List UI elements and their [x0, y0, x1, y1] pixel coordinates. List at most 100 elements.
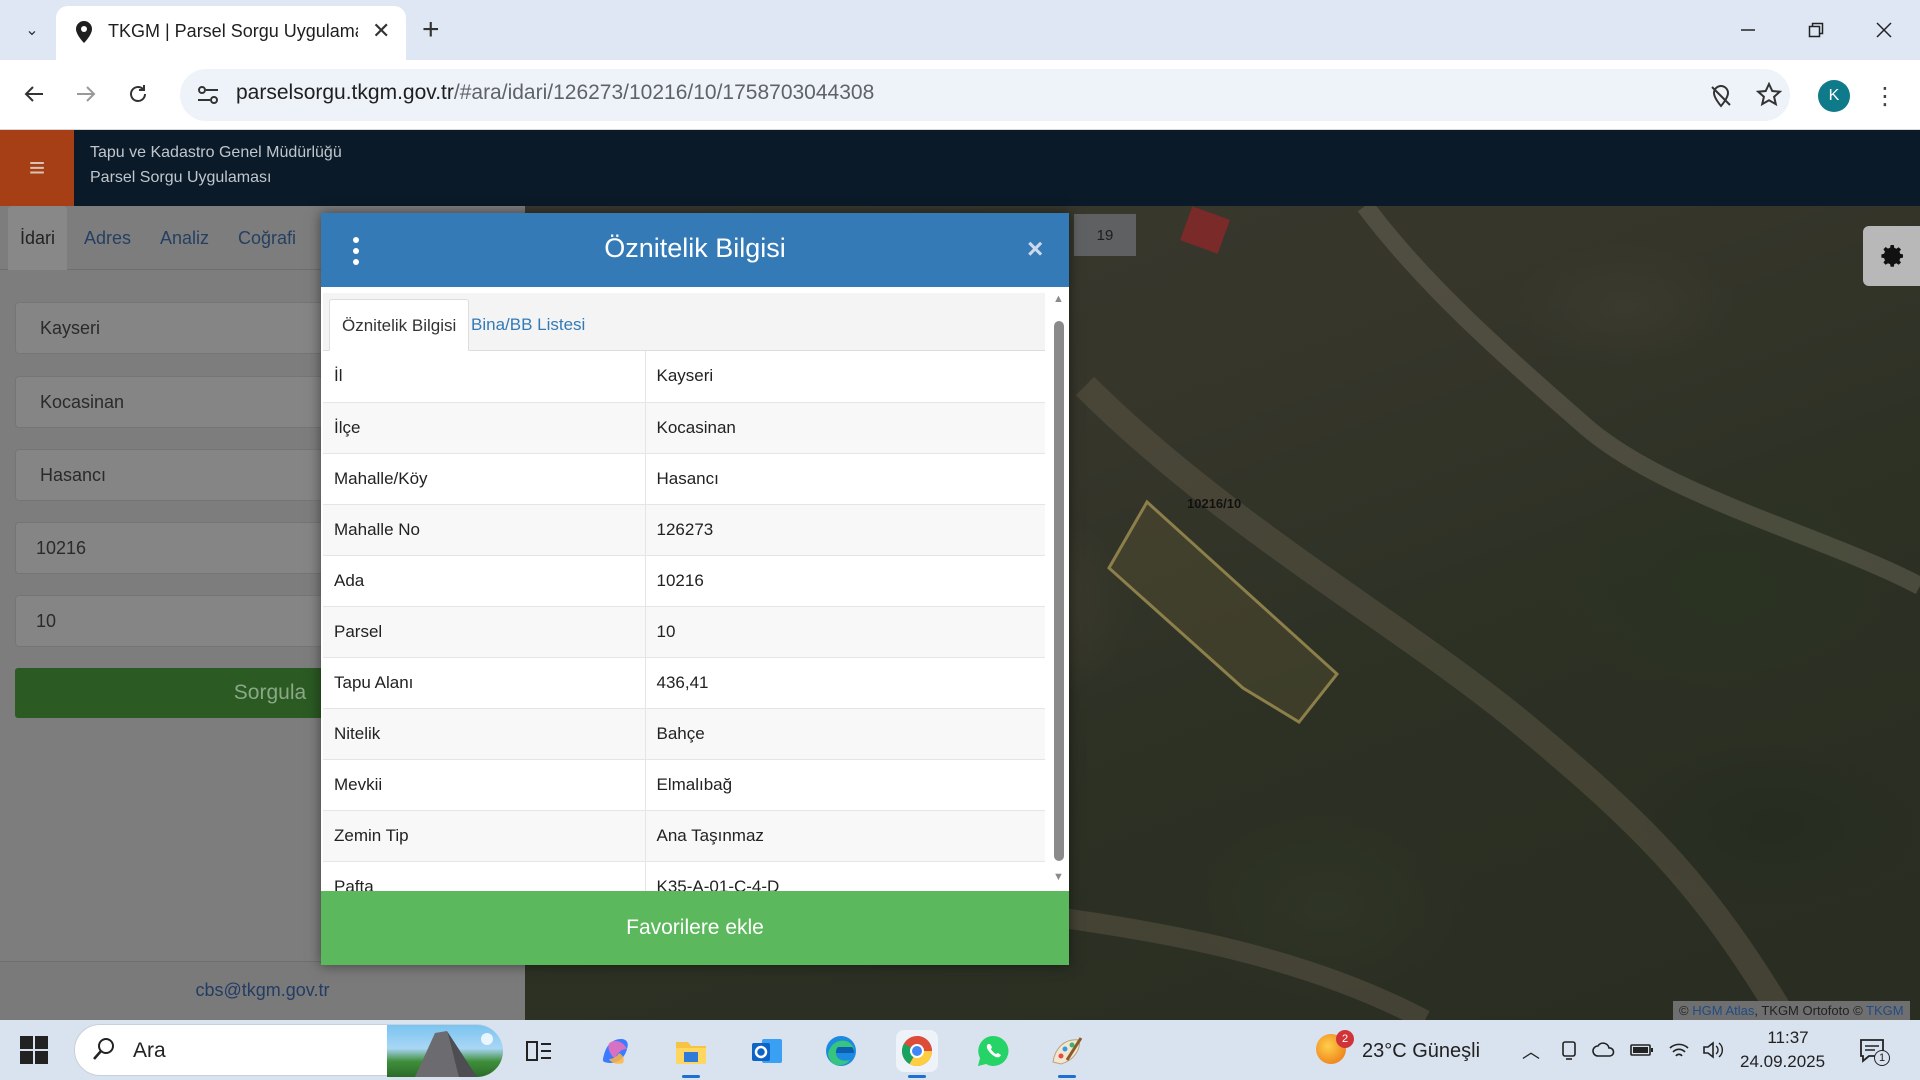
close-window-button[interactable] — [1854, 8, 1914, 52]
clock-date[interactable]: 24.09.2025 — [1740, 1052, 1825, 1072]
address-bar[interactable]: parselsorgu.tkgm.gov.tr/#ara/idari/12627… — [180, 69, 1790, 121]
attribution-tkgm-link[interactable]: TKGM — [1866, 1003, 1904, 1018]
table-row: Tapu Alanı 436,41 — [323, 657, 1045, 709]
volume-icon[interactable] — [1702, 1040, 1724, 1060]
modal-tabs: Öznitelik Bilgisi Bina/BB Listesi — [323, 293, 1045, 351]
tab-idari[interactable]: İdari — [8, 206, 68, 270]
running-indicator — [1058, 1075, 1076, 1078]
bookmark-star-icon[interactable] — [1756, 82, 1782, 108]
edge-glyph — [826, 1036, 856, 1066]
table-row: Mevkii Elmalıbağ — [323, 759, 1045, 811]
whatsapp-icon[interactable] — [972, 1030, 1014, 1072]
profile-avatar[interactable]: K — [1818, 80, 1850, 112]
meet-now-icon[interactable] — [1560, 1040, 1578, 1060]
table-row: İl Kayseri — [323, 351, 1045, 403]
browser-toolbar: parselsorgu.tkgm.gov.tr/#ara/idari/12627… — [0, 60, 1920, 130]
battery-icon[interactable] — [1630, 1042, 1654, 1058]
table-row: Mahalle/Köy Hasancı — [323, 453, 1045, 505]
attribute-key: Mahalle/Köy — [323, 453, 646, 505]
arrow-right-icon — [77, 86, 96, 102]
modal-close-icon[interactable]: × — [1027, 233, 1043, 265]
attribute-key: Zemin Tip — [323, 810, 646, 862]
table-row: İlçe Kocasinan — [323, 402, 1045, 454]
modal-scrollbar[interactable]: ▲ ▼ — [1051, 291, 1067, 891]
tab-adres[interactable]: Adres — [84, 206, 131, 270]
arrow-left-icon — [24, 86, 43, 102]
forward-button[interactable] — [66, 74, 106, 114]
modal-header: Öznitelik Bilgisi × — [321, 213, 1069, 287]
tab-oznitelik-bilgisi[interactable]: Öznitelik Bilgisi — [329, 299, 470, 351]
attribute-key: Mahalle No — [323, 504, 646, 556]
clock-time[interactable]: 11:37 — [1744, 1028, 1832, 1048]
attribute-value: 126273 — [645, 504, 1045, 556]
tab-bina-bb-listesi[interactable]: Bina/BB Listesi — [459, 299, 597, 351]
location-blocked-icon[interactable] — [1708, 83, 1734, 109]
browser-menu-icon[interactable]: ⋮ — [1870, 78, 1900, 114]
attribute-value: Kayseri — [645, 351, 1045, 403]
attribution-prefix: © — [1679, 1003, 1689, 1018]
app-name: Parsel Sorgu Uygulaması — [90, 169, 272, 186]
attribute-value: 10 — [645, 606, 1045, 658]
search-highlight-image — [387, 1025, 503, 1077]
reload-button[interactable] — [118, 74, 158, 114]
notification-center-icon[interactable]: 1 — [1858, 1036, 1890, 1066]
attribute-key: Mevkii — [323, 759, 646, 811]
attribute-key: Tapu Alanı — [323, 657, 646, 709]
restore-button[interactable] — [1786, 8, 1846, 52]
file-explorer-icon[interactable] — [670, 1030, 712, 1078]
parcel-label: 10216/10 — [1187, 496, 1242, 511]
table-row: Zemin Tip Ana Taşınmaz — [323, 810, 1045, 862]
tab-search-button[interactable]: ⌄ — [14, 12, 50, 48]
attribute-key: İlçe — [323, 402, 646, 454]
attribute-value: Hasancı — [645, 453, 1045, 505]
sidebar-footer: cbs@tkgm.gov.tr — [0, 961, 525, 1020]
hamburger-menu-icon[interactable]: ≡ — [0, 130, 74, 206]
scroll-up-icon[interactable]: ▲ — [1053, 293, 1064, 305]
onedrive-cloud-icon[interactable] — [1592, 1042, 1616, 1058]
modal-body: Öznitelik Bilgisi Bina/BB Listesi İl Kays… — [321, 287, 1069, 891]
copilot-icon[interactable] — [594, 1030, 636, 1072]
taskbar-search[interactable]: Ara — [74, 1024, 503, 1077]
attribute-key: Nitelik — [323, 708, 646, 760]
add-favorite-button[interactable]: Favorilere ekle — [321, 891, 1069, 965]
org-name: Tapu ve Kadastro Genel Müdürlüğü — [90, 144, 342, 161]
windows-start-icon[interactable] — [18, 1034, 50, 1066]
tab-close-icon[interactable]: ✕ — [372, 18, 390, 44]
chrome-icon[interactable] — [896, 1030, 938, 1078]
restore-icon — [1808, 22, 1824, 38]
weather-text[interactable]: 23°C Güneşli — [1362, 1040, 1480, 1063]
tab-cografi[interactable]: Coğrafi — [238, 206, 296, 270]
edge-icon[interactable] — [820, 1030, 862, 1072]
building-roof — [1180, 206, 1230, 254]
wifi-icon[interactable] — [1668, 1040, 1690, 1060]
chevron-up-icon[interactable]: ︿ — [1522, 1038, 1540, 1064]
task-view-icon[interactable] — [518, 1030, 560, 1072]
map-attribution: © HGM Atlas, TKGM Ortofoto © TKGM — [1673, 1001, 1910, 1020]
attribute-key: Ada — [323, 555, 646, 607]
minimize-icon — [1741, 29, 1755, 31]
paint-icon[interactable] — [1046, 1030, 1088, 1078]
outlook-glyph — [752, 1039, 782, 1063]
attribute-value: 436,41 — [645, 657, 1045, 709]
gear-icon[interactable] — [1863, 226, 1920, 286]
minimize-button[interactable] — [1718, 8, 1778, 52]
folder-icon — [676, 1042, 706, 1064]
parcel-boundary[interactable] — [1107, 499, 1340, 724]
contact-email-link[interactable]: cbs@tkgm.gov.tr — [0, 980, 525, 1001]
tab-analiz[interactable]: Analiz — [160, 206, 209, 270]
zoom-level-badge: 19 — [1074, 214, 1136, 256]
attribute-value: Elmalıbağ — [645, 759, 1045, 811]
browser-tab-active[interactable]: TKGM | Parsel Sorgu Uygulaması ✕ — [56, 6, 406, 60]
back-button[interactable] — [14, 74, 54, 114]
attribution-mid: , TKGM Ortofoto © — [1754, 1003, 1863, 1018]
scroll-down-icon[interactable]: ▼ — [1053, 871, 1064, 883]
site-settings-icon[interactable] — [194, 81, 222, 109]
app-header: ≡ Tapu ve Kadastro Genel Müdürlüğü Parse… — [0, 130, 1920, 206]
search-placeholder: Ara — [133, 1039, 166, 1062]
scroll-thumb[interactable] — [1054, 321, 1064, 861]
outlook-icon[interactable] — [746, 1030, 788, 1072]
new-tab-button[interactable]: + — [422, 12, 440, 48]
attribute-value: 10216 — [645, 555, 1045, 607]
attribute-value: Bahçe — [645, 708, 1045, 760]
attribution-hgm-link[interactable]: HGM Atlas — [1692, 1003, 1754, 1018]
